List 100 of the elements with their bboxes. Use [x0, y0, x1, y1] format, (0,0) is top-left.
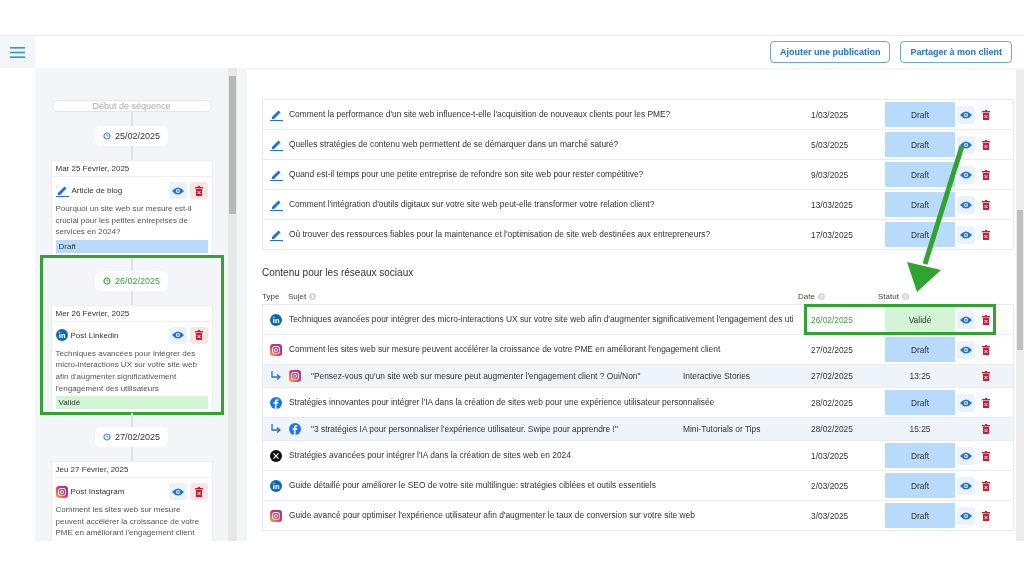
eye-icon[interactable]	[171, 487, 184, 496]
subject-cell-text: Comment l'intégration d'outils digitaux sur votre site web peut-elle transformer votre relation client?	[289, 199, 656, 210]
column-header: Statut	[878, 291, 899, 301]
trash-icon[interactable]	[982, 480, 990, 491]
subject-cell-text: Comment les sites web sur mesure peuvent accélérer la croissance de votre PME en améliorant l'engagement client	[289, 344, 722, 355]
eye-icon[interactable]	[960, 345, 972, 354]
facebook-icon	[289, 423, 301, 435]
story-text: "3 stratégies IA pour personnaliser l'expérience utilisateur. Swipe pour apprendre !"	[311, 424, 619, 434]
eye-icon[interactable]	[171, 186, 184, 195]
subject-cell-text: Guide avancé pour optimiser l'expérience utilisateur afin d'augmenter le taux de conversion sur votre site web	[289, 510, 696, 521]
trash-icon[interactable]	[982, 450, 990, 461]
linkedin-icon	[55, 329, 68, 342]
date-cell-text: 1/03/2025	[810, 109, 850, 120]
date-cell-text: 2/03/2025	[810, 480, 850, 491]
subject-cell-text: Guide détaillé pour améliorer le SEO de votre site multilingue: stratégies ciblées et outils essentiels	[289, 480, 657, 491]
trash-icon[interactable]	[982, 371, 990, 381]
trash-icon[interactable]	[982, 344, 990, 355]
trash-icon[interactable]	[982, 139, 990, 150]
eye-icon[interactable]	[960, 110, 972, 119]
section-title: Contenu pour les réseaux sociaux	[262, 267, 415, 278]
trash-icon[interactable]	[982, 169, 990, 180]
eye-icon[interactable]	[960, 451, 972, 460]
trash-icon[interactable]	[982, 199, 990, 210]
eye-icon[interactable]	[960, 200, 972, 209]
eye-icon[interactable]	[960, 170, 972, 179]
status-label: Draft	[885, 222, 955, 247]
status-label: Draft	[885, 102, 955, 127]
date-chip[interactable]: 25/02/2025	[94, 126, 168, 146]
date-cell-text: 28/02/2025	[810, 397, 854, 408]
status-label: Validé	[885, 307, 955, 332]
subject-cell-text: Techniques avancées pour intégrer des micro-interactions UX sur votre site web afin d'augmenter significativement l'engagement des uti	[289, 314, 795, 325]
status-label: Draft	[885, 162, 955, 187]
trash-icon[interactable]	[982, 424, 990, 434]
status-label: Validé	[55, 396, 208, 410]
linkedin-icon	[270, 479, 282, 492]
add-publication-button[interactable]: Ajouter une publication	[769, 41, 891, 63]
eye-icon[interactable]	[171, 331, 184, 340]
reply-arrow-icon	[271, 371, 281, 381]
eye-icon[interactable]	[960, 315, 972, 324]
status-label: Draft	[885, 503, 955, 528]
time-cell-text: 15:25	[908, 424, 932, 434]
date-chip[interactable]: 27/02/2025	[94, 427, 168, 448]
reply-arrow-icon	[271, 424, 281, 434]
pencil-icon	[269, 198, 283, 211]
trash-icon[interactable]	[982, 510, 990, 521]
date-cell-text: 27/02/2025	[810, 344, 854, 355]
subject-cell-text: Stratégies innovantes pour intégrer l'IA dans la création de sites web pour une expérience utilisateur personnalisée	[289, 397, 716, 408]
trash-icon[interactable]	[982, 314, 990, 325]
subject-cell-text: Comment la performance d'un site web influence-t-elle l'acquisition de nouveaux clients pour les PME?	[289, 109, 672, 120]
eye-icon[interactable]	[960, 511, 972, 520]
date-cell-text: 13/03/2025	[810, 199, 854, 210]
instagram-icon	[289, 370, 301, 382]
instagram-icon	[270, 343, 282, 356]
clock-icon	[102, 276, 111, 285]
pencil-icon	[269, 228, 283, 241]
trash-icon[interactable]	[194, 185, 203, 196]
card-date: Mer 26 Février, 2025	[51, 305, 212, 322]
eye-icon[interactable]	[960, 481, 972, 490]
menu-icon[interactable]	[10, 46, 25, 58]
post-text: Pourquoi un site web sur mesure est-il crucial pour les petites entreprises de services en 2024?	[55, 203, 193, 238]
x-logo-icon	[270, 449, 282, 462]
subject-cell-text: Quelles stratégies de contenu web permettent de se démarquer dans un marché saturé?	[289, 139, 620, 150]
share-client-button[interactable]: Partager à mon client	[900, 41, 1012, 63]
eye-icon[interactable]	[960, 230, 972, 239]
pencil-icon	[269, 108, 283, 121]
post-type: Post Instagram	[70, 487, 125, 497]
trash-icon[interactable]	[982, 109, 990, 120]
post-text: Comment les sites web sur mesure peuvent accélérer la croissance de votre PME en améliorant l'engagement client	[55, 504, 201, 539]
card-date: Jeu 27 Février, 2025	[51, 462, 212, 479]
eye-icon[interactable]	[960, 140, 972, 149]
format-cell-text: Interactive Stories	[683, 371, 752, 381]
status-label: Draft	[55, 239, 208, 253]
column-header: Type	[262, 291, 280, 301]
trash-icon[interactable]	[982, 397, 990, 408]
subject-cell-text: Stratégies avancées pour intégrer l'IA dans la création de sites web en 2024	[289, 450, 572, 461]
sequence-start-label: Début de séquence	[51, 100, 212, 112]
story-text: "Pensez-vous qu'un site web sur mesure peut augmenter l'engagement client ? Oui/Non"	[311, 371, 642, 381]
subject-cell-text: Où trouver des ressources fiables pour la maintenance et l'optimisation de site web destinées aux entrepreneurs?	[289, 229, 712, 240]
format-cell-text: Mini-Tutorials or Tips	[683, 424, 762, 434]
status-label: Draft	[885, 473, 955, 498]
clock-icon	[102, 132, 111, 140]
trash-icon[interactable]	[194, 330, 203, 341]
scrollbar[interactable]	[1016, 70, 1024, 541]
date-cell-text: 28/02/2025	[810, 424, 854, 434]
date-cell-text: 26/02/2025	[810, 314, 854, 325]
pencil-icon	[269, 168, 283, 181]
post-text: Techniques avancées pour intégrer des micro-interactions UX sur votre site web afin d'augmenter significativement l'engagement des utilisateurs	[55, 347, 198, 395]
scrollbar[interactable]	[228, 68, 237, 541]
linkedin-icon	[270, 313, 282, 326]
trash-icon[interactable]	[194, 486, 203, 497]
instagram-icon	[55, 485, 68, 498]
trash-icon[interactable]	[982, 229, 990, 240]
date-cell-text: 27/02/2025	[810, 371, 854, 381]
status-label: Draft	[885, 132, 955, 157]
column-header: Sujet	[288, 291, 307, 301]
date-cell-text: 3/03/2025	[810, 510, 850, 521]
eye-icon[interactable]	[960, 398, 972, 407]
facebook-icon	[270, 396, 282, 409]
post-type: Post Linkedin	[70, 330, 119, 340]
date-chip[interactable]: 26/02/2025	[94, 270, 168, 291]
